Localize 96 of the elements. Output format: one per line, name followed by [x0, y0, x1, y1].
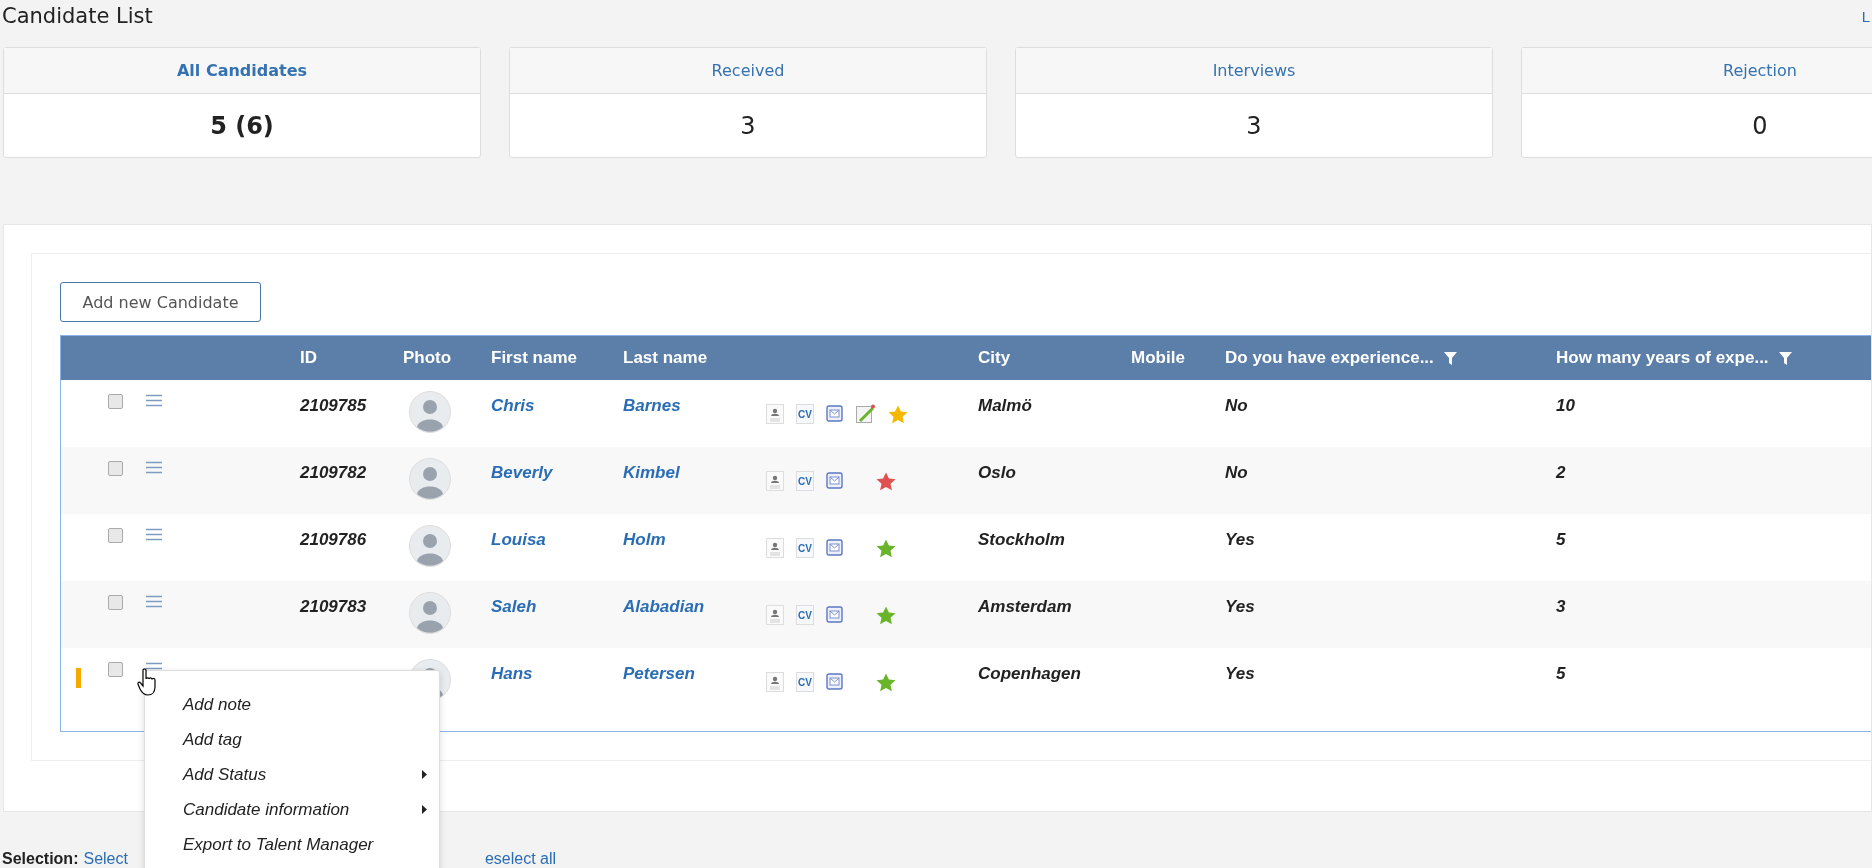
menu-icon[interactable]	[146, 394, 162, 407]
experience-cell: Yes	[1225, 597, 1255, 617]
star-icon[interactable]	[876, 672, 896, 692]
stat-value: 0	[1751, 110, 1769, 142]
selection-link[interactable]: Select	[83, 850, 128, 868]
selection-link[interactable]: eselect all	[484, 850, 557, 868]
cv-icon[interactable]: CV	[796, 672, 814, 692]
last-name-link[interactable]: Kimbel	[623, 463, 680, 483]
city-cell: Stockholm	[978, 530, 1065, 550]
last-name-link[interactable]: Barnes	[623, 396, 681, 416]
first-name-link[interactable]: Hans	[491, 664, 533, 684]
menu-icon[interactable]	[146, 528, 162, 541]
id-cell: 2109785	[300, 396, 367, 416]
city-cell: Malmö	[978, 396, 1032, 416]
first-name-link[interactable]: Saleh	[491, 597, 537, 617]
column-header[interactable]: Do you have experience...	[1225, 348, 1434, 368]
cv-icon[interactable]: CV	[796, 404, 814, 424]
id-cell: 2109786	[300, 530, 367, 550]
column-header[interactable]: How many years of expe...	[1556, 348, 1769, 368]
cv-icon[interactable]: CV	[796, 605, 814, 625]
experience-cell: Yes	[1225, 664, 1255, 684]
column-header[interactable]: First name	[491, 348, 577, 368]
id-cell: 2109782	[300, 463, 367, 483]
menu-icon[interactable]	[146, 461, 162, 474]
profile-document-icon[interactable]	[766, 672, 784, 692]
stat-card[interactable]: Interviews 3	[1015, 47, 1493, 158]
profile-document-icon[interactable]	[766, 471, 784, 491]
add-candidate-button[interactable]: Add new Candidate	[60, 282, 261, 322]
stat-label: All Candidates	[4, 48, 480, 94]
profile-document-icon[interactable]	[766, 404, 784, 424]
stat-card[interactable]: All Candidates 5 (6)	[3, 47, 481, 158]
avatar-icon	[409, 592, 451, 634]
menu-icon[interactable]	[146, 595, 162, 608]
city-cell: Oslo	[978, 463, 1016, 483]
stat-label: Interviews	[1016, 48, 1492, 94]
years-cell: 2	[1556, 463, 1566, 483]
filter-icon[interactable]	[1778, 351, 1792, 365]
row-checkbox[interactable]	[108, 394, 123, 409]
stat-label: Received	[510, 48, 986, 94]
star-icon[interactable]	[888, 404, 908, 424]
row-checkbox[interactable]	[108, 528, 123, 543]
first-name-link[interactable]: Beverly	[491, 463, 553, 483]
last-name-link[interactable]: Holm	[623, 530, 666, 550]
avatar-icon	[409, 458, 451, 500]
cv-icon[interactable]: CV	[796, 471, 814, 491]
years-cell: 5	[1556, 530, 1566, 550]
star-icon[interactable]	[876, 471, 896, 491]
filter-icon[interactable]	[1443, 351, 1457, 365]
row-checkbox[interactable]	[108, 461, 123, 476]
last-name-link[interactable]: Petersen	[623, 664, 695, 684]
top-link[interactable]: L	[1861, 7, 1872, 25]
profile-document-icon[interactable]	[766, 538, 784, 558]
stat-card[interactable]: Received 3	[509, 47, 987, 158]
mail-document-icon[interactable]	[826, 673, 844, 691]
column-header[interactable]: City	[978, 348, 1011, 368]
experience-cell: Yes	[1225, 530, 1255, 550]
years-cell: 3	[1556, 597, 1566, 617]
stat-value: 5 (6)	[209, 110, 275, 142]
last-name-link[interactable]: Alabadian	[623, 597, 705, 617]
first-name-link[interactable]: Chris	[491, 396, 535, 416]
id-cell: 2109783	[300, 597, 367, 617]
column-header[interactable]: Mobile	[1131, 348, 1185, 368]
experience-cell: No	[1225, 463, 1248, 483]
cv-icon[interactable]: CV	[796, 538, 814, 558]
column-header[interactable]: ID	[300, 348, 317, 368]
page-title: Candidate List	[2, 4, 153, 28]
column-header[interactable]: Last name	[623, 348, 708, 368]
mail-document-icon[interactable]	[826, 539, 844, 557]
years-cell: 10	[1556, 396, 1575, 416]
menu-item[interactable]: Add note	[183, 687, 439, 722]
mail-document-icon[interactable]	[826, 405, 844, 423]
stat-label: Rejection	[1522, 48, 1872, 94]
selection-label: Selection:	[2, 850, 79, 868]
star-icon[interactable]	[876, 538, 896, 558]
menu-item[interactable]: Add tag	[183, 722, 439, 757]
menu-item[interactable]: Export to Talent Manager	[183, 827, 439, 862]
row-checkbox[interactable]	[108, 662, 123, 677]
profile-document-icon[interactable]	[766, 605, 784, 625]
stat-value: 3	[1245, 110, 1263, 142]
menu-item[interactable]: Add Status	[183, 757, 439, 792]
stat-card[interactable]: Rejection 0	[1521, 47, 1872, 158]
city-cell: Copenhagen	[978, 664, 1081, 684]
mail-document-icon[interactable]	[826, 472, 844, 490]
years-cell: 5	[1556, 664, 1566, 684]
city-cell: Amsterdam	[978, 597, 1072, 617]
experience-cell: No	[1225, 396, 1248, 416]
mail-document-icon[interactable]	[826, 606, 844, 624]
first-name-link[interactable]: Louisa	[491, 530, 546, 550]
row-checkbox[interactable]	[108, 595, 123, 610]
column-header[interactable]: Photo	[403, 348, 452, 368]
menu-item[interactable]: Candidate information	[183, 792, 439, 827]
avatar-icon	[409, 525, 451, 567]
avatar-icon	[409, 391, 451, 433]
edit-icon[interactable]	[856, 404, 876, 424]
stat-value: 3	[739, 110, 757, 142]
star-icon[interactable]	[876, 605, 896, 625]
